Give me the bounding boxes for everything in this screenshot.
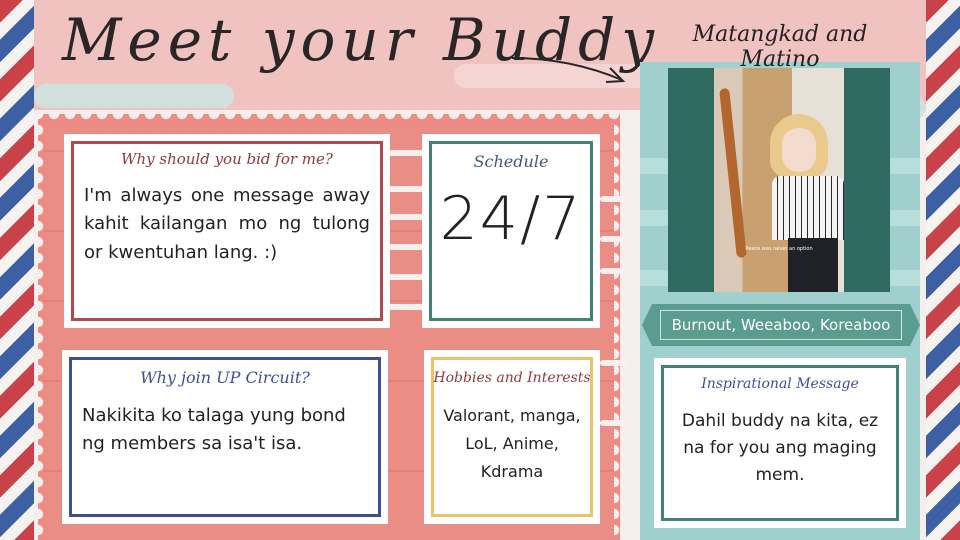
card-body: Valorant, manga, LoL, Anime, Kdrama (443, 406, 581, 481)
card-why-join: Why join UP Circuit? Nakikita ko talaga … (62, 350, 388, 524)
decor-bar (600, 236, 628, 242)
bat-shape (719, 87, 747, 259)
profile-photo: Peace was never an option (714, 68, 844, 292)
decor-bar (388, 274, 424, 280)
card-inspirational: Inspirational Message Dahil buddy na kit… (654, 358, 906, 528)
profile-photo-frame: Peace was never an option (668, 68, 890, 292)
tags-banner: Burnout, Weeaboo, Koreaboo (642, 304, 920, 346)
card-title: Why join UP Circuit? (140, 368, 310, 387)
face-shape (782, 128, 816, 172)
decor-bar (388, 244, 424, 250)
card-why-bid: Why should you bid for me? I'm always on… (64, 134, 390, 328)
shirt-shape (772, 176, 844, 240)
card-body: Dahil buddy na kita, ez na for you ang m… (681, 411, 879, 486)
decor-wave (34, 84, 234, 108)
card-hobbies: Hobbies and Interests Valorant, manga, L… (424, 350, 600, 524)
tags-text: Burnout, Weeaboo, Koreaboo (660, 310, 902, 340)
card-title: Inspirational Message (701, 376, 859, 392)
card-schedule: Schedule 24/7 (422, 134, 600, 328)
arrow-right-icon (511, 57, 626, 83)
decor-bar (388, 304, 424, 310)
card-title: Hobbies and Interests (433, 370, 591, 386)
profile-name: Matangkad and Matino (692, 22, 868, 72)
airmail-border-left (0, 0, 34, 540)
card-body: Nakikita ko talaga yung bond ng members … (82, 405, 346, 454)
airmail-border-right (926, 0, 960, 540)
card-title: Schedule (473, 152, 549, 171)
decor-bar (600, 420, 628, 426)
decor-bar (600, 268, 628, 274)
decor-bar (388, 214, 424, 220)
decor-bar (600, 360, 628, 366)
decor-bar (388, 186, 424, 192)
decor-bar (388, 150, 424, 156)
schedule-value: 24/7 (439, 184, 583, 254)
card-body: I'm always one message away kahit kailan… (84, 185, 370, 263)
card-title: Why should you bid for me? (121, 150, 333, 168)
decor-bar (600, 196, 628, 202)
photo-caption: Peace was never an option (745, 246, 813, 252)
